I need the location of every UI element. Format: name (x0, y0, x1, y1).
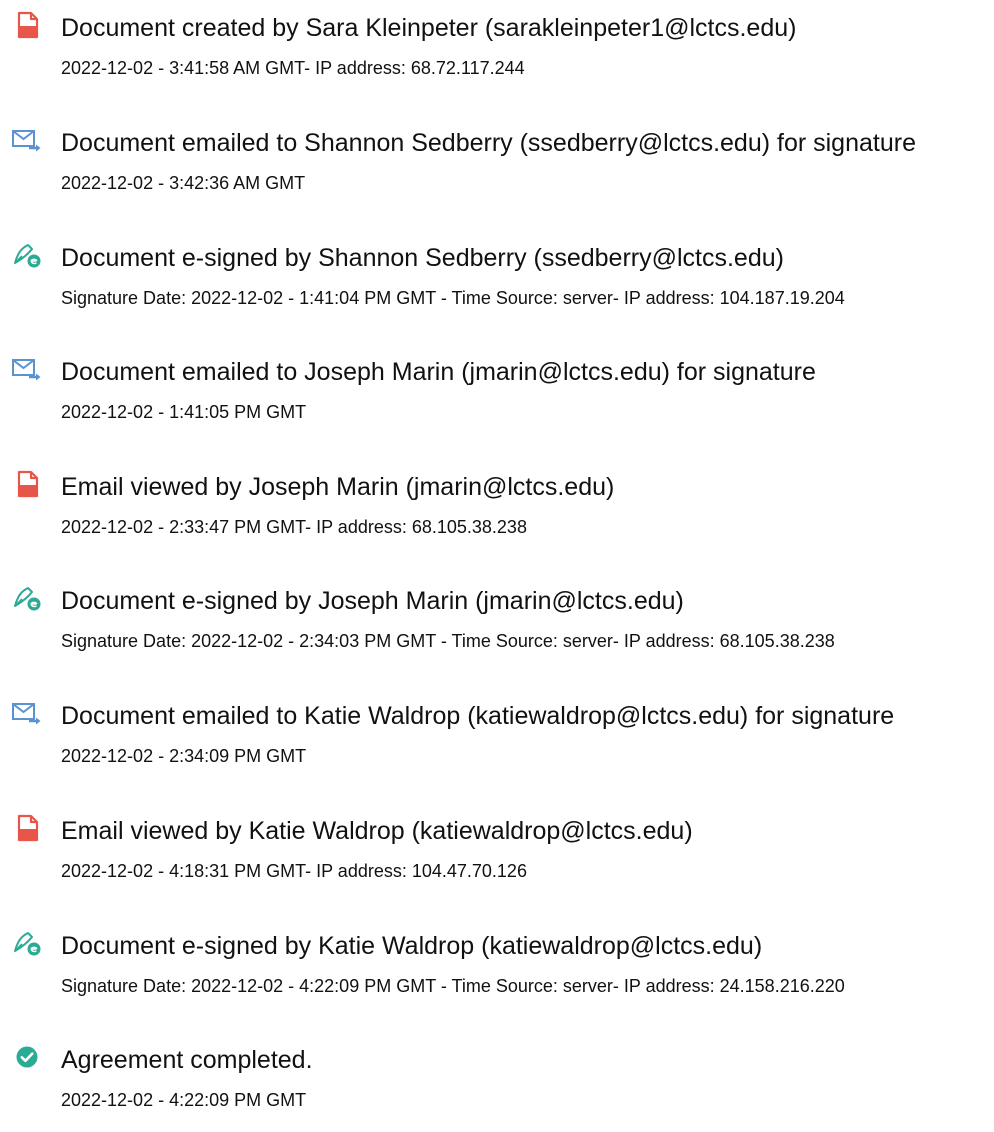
event-detail: 2022-12-02 - 3:41:58 AM GMT- IP address:… (61, 58, 525, 78)
event-detail: Signature Date: 2022-12-02 - 4:22:09 PM … (61, 976, 845, 996)
event-title: Document created by Sara Kleinpeter (sar… (61, 14, 797, 42)
audit-event: Document emailed to Katie Waldrop (katie… (0, 688, 994, 788)
document-viewed-icon (10, 813, 44, 843)
e-signed-icon (10, 240, 44, 270)
e-signed-icon (10, 583, 44, 613)
audit-event: Document e-signed by Katie Waldrop (kati… (0, 918, 994, 1018)
event-detail: 2022-12-02 - 2:33:47 PM GMT- IP address:… (61, 517, 527, 537)
event-title: Agreement completed. (61, 1046, 313, 1074)
event-title: Document emailed to Katie Waldrop (katie… (61, 702, 895, 730)
audit-event: Agreement completed. 2022-12-02 - 4:22:0… (0, 1032, 994, 1132)
audit-event: Email viewed by Joseph Marin (jmarin@lct… (0, 459, 994, 559)
event-detail: 2022-12-02 - 2:34:09 PM GMT (61, 746, 307, 766)
audit-event: Document emailed to Shannon Sedberry (ss… (0, 115, 994, 215)
event-detail: 2022-12-02 - 3:42:36 AM GMT (61, 173, 306, 193)
email-sent-icon (10, 125, 44, 155)
e-signed-icon (10, 928, 44, 958)
event-title: Document emailed to Joseph Marin (jmarin… (61, 358, 816, 386)
event-title: Document emailed to Shannon Sedberry (ss… (61, 129, 916, 157)
email-sent-icon (10, 698, 44, 728)
event-title: Document e-signed by Shannon Sedberry (s… (61, 244, 784, 272)
event-detail: 2022-12-02 - 4:18:31 PM GMT- IP address:… (61, 861, 527, 881)
audit-event: Document emailed to Joseph Marin (jmarin… (0, 344, 994, 444)
document-created-icon (10, 10, 44, 40)
agreement-completed-icon (10, 1042, 44, 1072)
document-viewed-icon (10, 469, 44, 499)
audit-event: Document e-signed by Shannon Sedberry (s… (0, 230, 994, 330)
event-detail: 2022-12-02 - 1:41:05 PM GMT (61, 402, 307, 422)
event-title: Email viewed by Joseph Marin (jmarin@lct… (61, 473, 615, 501)
audit-event: Document e-signed by Joseph Marin (jmari… (0, 573, 994, 673)
event-detail: Signature Date: 2022-12-02 - 2:34:03 PM … (61, 631, 835, 651)
audit-event: Document created by Sara Kleinpeter (sar… (0, 0, 994, 100)
event-detail: Signature Date: 2022-12-02 - 1:41:04 PM … (61, 288, 845, 308)
audit-event: Email viewed by Katie Waldrop (katiewald… (0, 803, 994, 903)
event-detail: 2022-12-02 - 4:22:09 PM GMT (61, 1090, 307, 1110)
event-title: Document e-signed by Joseph Marin (jmari… (61, 587, 684, 615)
email-sent-icon (10, 354, 44, 384)
event-title: Document e-signed by Katie Waldrop (kati… (61, 932, 763, 960)
event-title: Email viewed by Katie Waldrop (katiewald… (61, 817, 693, 845)
